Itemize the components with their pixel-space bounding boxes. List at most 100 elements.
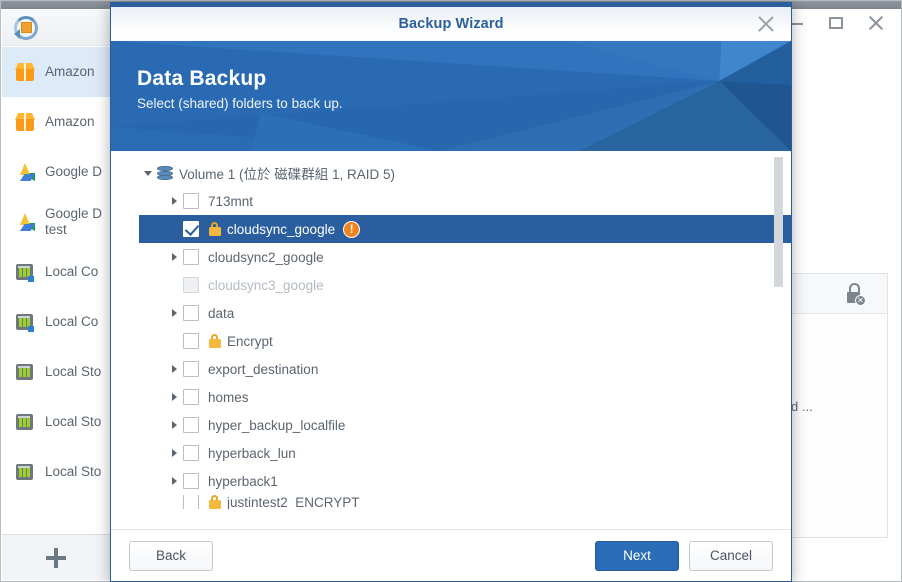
tree-row-checkbox[interactable]: [183, 193, 199, 209]
tree-row-justintest2-encrypt[interactable]: justintest2_ENCRYPT: [139, 495, 791, 509]
sidebar-item-label: Local Co: [45, 264, 98, 280]
chevron-right-icon[interactable]: [165, 449, 183, 457]
tree-row-hyperback-lun[interactable]: hyperback_lun: [139, 439, 791, 467]
sidebar-footer: [2, 534, 111, 580]
local-server-icon: [14, 261, 36, 283]
amazon-box-icon: [14, 61, 36, 83]
sidebar-item-label: Local Sto: [45, 364, 101, 380]
tree-row-label: cloudsync3_google: [208, 278, 324, 293]
tree-row-checkbox[interactable]: [183, 389, 199, 405]
tree-row-label: 713mnt: [208, 194, 253, 209]
tree-row-label: hyperback_lun: [208, 446, 296, 461]
tree-row-checkbox[interactable]: [183, 361, 199, 377]
folder-tree: Volume 1 (位於 磁碟群組 1, RAID 5) 713mnt clou…: [111, 159, 791, 509]
chevron-right-icon[interactable]: [165, 477, 183, 485]
hyper-backup-icon: [14, 16, 38, 40]
tree-row-cloudsync2-google[interactable]: cloudsync2_google: [139, 243, 791, 271]
sidebar-item-label: Amazon: [45, 64, 95, 80]
tree-row-checkbox[interactable]: [183, 417, 199, 433]
tree-row-checkbox[interactable]: [183, 221, 199, 237]
app-logo: [2, 10, 111, 46]
dialog-banner: Data Backup Select (shared) folders to b…: [111, 41, 791, 151]
tree-row-checkbox[interactable]: [183, 333, 199, 349]
tree-row-cloudsync-google[interactable]: cloudsync_google: [139, 215, 791, 243]
sidebar-item-label: Local Co: [45, 314, 98, 330]
tree-row-cloudsync3-google: cloudsync3_google: [139, 271, 791, 299]
tree-row-encrypt[interactable]: Encrypt: [139, 327, 791, 355]
local-server-icon: [14, 311, 36, 333]
sidebar-item-amazon-1[interactable]: Amazon: [2, 47, 111, 97]
warning-icon: [343, 221, 360, 238]
chevron-right-icon[interactable]: [165, 197, 183, 205]
back-button[interactable]: Back: [129, 541, 213, 571]
tree-row-label: Encrypt: [227, 334, 273, 349]
sidebar-task-list: Amazon Amazon Google D: [2, 47, 111, 534]
tree-row-checkbox[interactable]: [183, 473, 199, 489]
tree-row-checkbox[interactable]: [183, 249, 199, 265]
sidebar-item-label: Local Sto: [45, 414, 101, 430]
window-controls: [785, 9, 893, 37]
tree-scrollbar-thumb[interactable]: [774, 157, 783, 287]
tree-row-checkbox[interactable]: [183, 305, 199, 321]
tree-row-checkbox[interactable]: [183, 495, 199, 509]
local-storage-icon: [14, 461, 36, 483]
lock-icon: [208, 222, 221, 236]
next-button[interactable]: Next: [595, 541, 679, 571]
amazon-box-icon: [14, 111, 36, 133]
plus-icon: [46, 548, 66, 568]
tree-row-volume-root[interactable]: Volume 1 (位於 磁碟群組 1, RAID 5): [139, 159, 791, 187]
sidebar-item-label: Amazon: [45, 114, 95, 130]
chevron-right-icon[interactable]: [165, 393, 183, 401]
sidebar: Amazon Amazon Google D: [2, 10, 112, 580]
banner-heading: Data Backup: [137, 67, 343, 91]
dialog-footer: Back Next Cancel: [111, 529, 791, 581]
tree-row-data[interactable]: data: [139, 299, 791, 327]
sidebar-item-local-co-2[interactable]: Local Co: [2, 297, 111, 347]
tree-row-hyper-backup-localfile[interactable]: hyper_backup_localfile: [139, 411, 791, 439]
banner-text-block: Data Backup Select (shared) folders to b…: [137, 67, 343, 111]
folder-tree-panel: Volume 1 (位於 磁碟群組 1, RAID 5) 713mnt clou…: [111, 151, 791, 529]
task-card-header: ✕: [779, 274, 887, 314]
tree-row-label: cloudsync2_google: [208, 250, 324, 265]
tree-row-label: cloudsync_google: [227, 222, 335, 237]
tree-row-label: justintest2_ENCRYPT: [227, 495, 360, 509]
chevron-right-icon[interactable]: [165, 253, 183, 261]
lock-disabled-icon: ✕: [845, 283, 865, 305]
sidebar-item-google-drive-test[interactable]: Google D test: [2, 197, 111, 247]
tree-row-label: homes: [208, 390, 249, 405]
sidebar-item-label: Local Sto: [45, 464, 101, 480]
chevron-right-icon[interactable]: [165, 309, 183, 317]
tree-row-checkbox[interactable]: [183, 445, 199, 461]
sidebar-item-local-sto-3[interactable]: Local Sto: [2, 447, 111, 497]
maximize-icon[interactable]: [825, 12, 847, 34]
tree-row-713mnt[interactable]: 713mnt: [139, 187, 791, 215]
folder-tree-scroll-area[interactable]: Volume 1 (位於 磁碟群組 1, RAID 5) 713mnt clou…: [111, 159, 791, 529]
tree-row-checkbox: [183, 277, 199, 293]
close-icon[interactable]: [865, 12, 887, 34]
sidebar-item-google-drive-1[interactable]: Google D: [2, 147, 111, 197]
tree-scrollbar[interactable]: [774, 157, 783, 521]
sidebar-item-local-co-1[interactable]: Local Co: [2, 247, 111, 297]
tree-row-label: data: [208, 306, 234, 321]
sidebar-item-local-sto-1[interactable]: Local Sto: [2, 347, 111, 397]
add-task-button[interactable]: [2, 535, 111, 580]
tree-row-label: hyper_backup_localfile: [208, 418, 345, 433]
sidebar-item-amazon-2[interactable]: Amazon: [2, 97, 111, 147]
tree-row-hyperback1[interactable]: hyperback1: [139, 467, 791, 495]
chevron-right-icon[interactable]: [165, 365, 183, 373]
close-icon[interactable]: [755, 13, 777, 35]
sidebar-item-label: Google D test: [45, 206, 102, 238]
backup-wizard-dialog: Backup Wizard Data Backup: [110, 2, 792, 582]
tree-row-label: export_destination: [208, 362, 318, 377]
sidebar-item-local-sto-2[interactable]: Local Sto: [2, 397, 111, 447]
banner-subheading: Select (shared) folders to back up.: [137, 96, 343, 111]
chevron-right-icon[interactable]: [165, 421, 183, 429]
cancel-button[interactable]: Cancel: [689, 541, 773, 571]
tree-row-homes[interactable]: homes: [139, 383, 791, 411]
tree-row-export-destination[interactable]: export_destination: [139, 355, 791, 383]
lock-icon: [208, 334, 221, 348]
local-storage-icon: [14, 411, 36, 433]
volume-disk-icon: [157, 165, 173, 181]
lock-icon: [208, 495, 221, 509]
chevron-down-icon[interactable]: [139, 171, 157, 176]
